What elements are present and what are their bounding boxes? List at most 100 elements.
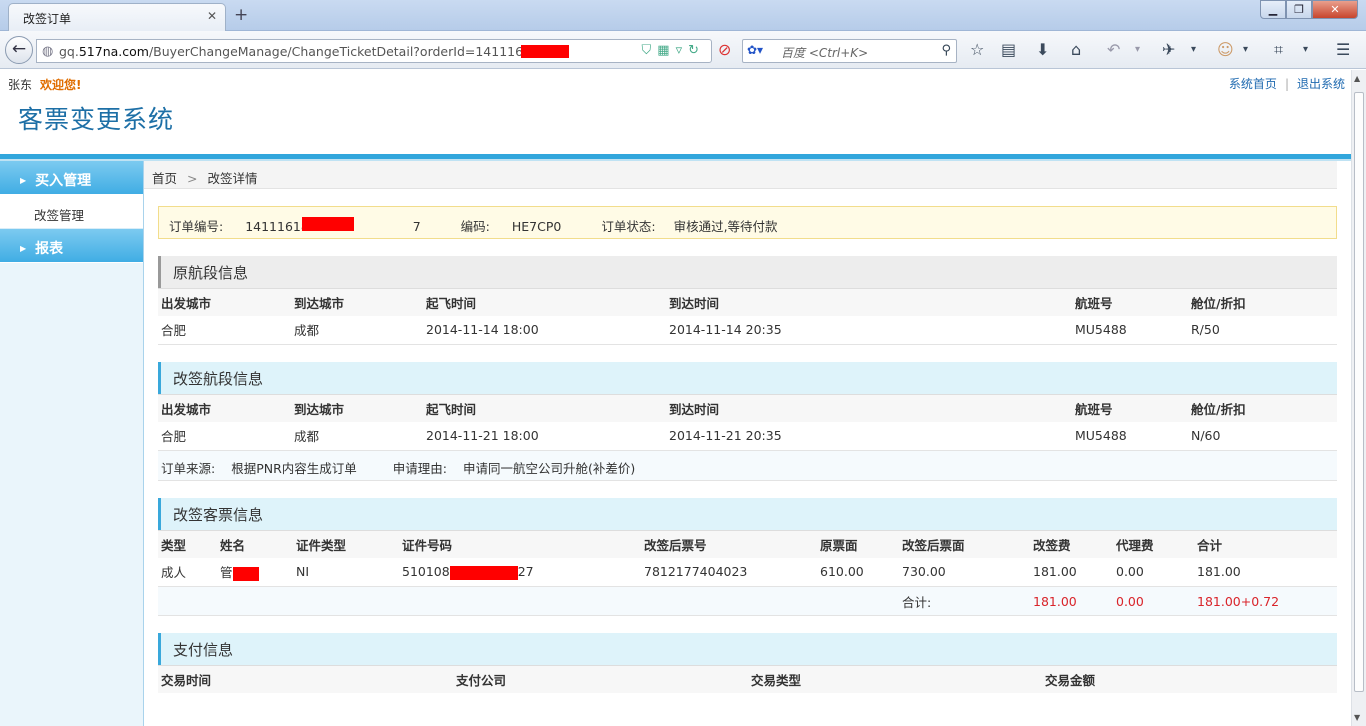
close-window-button[interactable]: ✕ bbox=[1312, 0, 1358, 19]
order-source: 订单来源: 根据PNR内容生成订单 bbox=[161, 461, 357, 476]
table-cell: 合肥 bbox=[158, 315, 291, 345]
chevron-right-icon: > bbox=[187, 171, 198, 186]
address-bar[interactable]: ◍ gq.517na.com/BuyerChangeManage/ChangeT… bbox=[36, 39, 712, 63]
table-cell: 2014-11-14 18:00 bbox=[423, 315, 666, 345]
mouse-gesture-icon[interactable]: ✈ bbox=[1162, 40, 1175, 59]
home-link[interactable]: 系统首页 bbox=[1229, 77, 1277, 91]
baidu-paw-icon[interactable]: ✿▾ bbox=[747, 43, 763, 57]
breadcrumb: 首页 > 改签详情 bbox=[144, 161, 1337, 189]
sum-agent-fee: 0.00 bbox=[1113, 586, 1194, 616]
table-row: 合肥 成都 2014-11-14 18:00 2014-11-14 20:35 … bbox=[158, 315, 1337, 345]
col-header: 姓名 bbox=[217, 530, 293, 558]
caret-right-icon: ▶ bbox=[20, 244, 27, 253]
adblock-icon[interactable]: ⊘ bbox=[718, 40, 731, 59]
table-cell: R/50 bbox=[1188, 315, 1337, 345]
smiley-icon[interactable]: ☺ bbox=[1217, 40, 1234, 59]
apply-reason: 申请理由: 申请同一航空公司升舱(补差价) bbox=[392, 461, 636, 476]
col-header: 类型 bbox=[158, 530, 217, 558]
scroll-up-icon[interactable]: ▲ bbox=[1354, 74, 1360, 83]
browser-tabbar: 改签订单 ✕ + ▁ ❐ ✕ bbox=[0, 0, 1366, 31]
table-cell: 610.00 bbox=[817, 557, 899, 587]
browser-tab[interactable]: 改签订单 ✕ bbox=[8, 3, 226, 31]
col-header: 改签费 bbox=[1030, 530, 1113, 558]
breadcrumb-home[interactable]: 首页 bbox=[152, 171, 177, 186]
scroll-down-icon[interactable]: ▼ bbox=[1354, 713, 1360, 722]
sidebar-item-change-management[interactable]: 改签管理 bbox=[0, 195, 143, 229]
home-icon[interactable]: ⌂ bbox=[1071, 40, 1081, 59]
minimize-button[interactable]: ▁ bbox=[1260, 0, 1286, 19]
search-icon[interactable]: ⚲ bbox=[941, 43, 951, 58]
breadcrumb-current: 改签详情 bbox=[207, 171, 258, 186]
chevron-down-icon[interactable]: ▾ bbox=[1243, 44, 1248, 55]
col-header: 支付公司 bbox=[453, 665, 748, 693]
sum-change-fee: 181.00 bbox=[1030, 586, 1113, 616]
payment-table: 交易时间 支付公司 交易类型 交易金额 bbox=[158, 665, 1337, 693]
table-row: 合肥 成都 2014-11-21 18:00 2014-11-21 20:35 … bbox=[158, 421, 1337, 451]
bookmark-star-icon[interactable]: ☆ bbox=[970, 40, 984, 59]
search-placeholder: 百度 <Ctrl+K> bbox=[781, 46, 869, 60]
chevron-down-icon[interactable]: ▾ bbox=[1135, 44, 1140, 55]
table-cell: 2014-11-21 20:35 bbox=[666, 421, 1072, 451]
web-page: 张东 欢迎您! 系统首页 | 退出系统 客票变更系统 ▶ 买入管理 改签管理 ▶ 报表 … bbox=[0, 70, 1351, 726]
table-cell: 成人 bbox=[158, 557, 217, 587]
redaction-mark bbox=[521, 45, 569, 58]
download-icon[interactable]: ⬇ bbox=[1036, 40, 1049, 59]
sum-total: 181.00+0.72 bbox=[1194, 586, 1337, 616]
user-name: 张东 bbox=[8, 78, 33, 92]
order-summary: 订单编号: 1411161819 7 编码: HE7CP0 订单状态: 审核通过,等… bbox=[158, 206, 1337, 239]
search-box[interactable]: ✿▾ 百度 <Ctrl+K> ⚲ bbox=[742, 39, 957, 63]
col-header: 出发城市 bbox=[158, 394, 291, 422]
scroll-thumb[interactable] bbox=[1354, 92, 1364, 692]
site-logo: 客票变更系统 bbox=[18, 105, 175, 134]
col-header: 起飞时间 bbox=[423, 394, 666, 422]
page-scrollbar[interactable]: ▲ ▼ bbox=[1351, 70, 1366, 726]
table-cell: MU5488 bbox=[1072, 421, 1188, 451]
table-cell: NI bbox=[293, 557, 399, 587]
order-notes: 订单来源: 根据PNR内容生成订单 申请理由: 申请同一航空公司升舱(补差价) bbox=[158, 451, 1337, 481]
chevron-down-icon[interactable]: ▾ bbox=[1303, 44, 1308, 55]
new-tab-button[interactable]: + bbox=[234, 5, 248, 25]
col-header: 出发城市 bbox=[158, 288, 291, 316]
tab-title: 改签订单 bbox=[23, 12, 72, 26]
col-header: 交易时间 bbox=[158, 665, 453, 693]
col-header: 航班号 bbox=[1072, 288, 1188, 316]
ticket-info-title: 改签客票信息 bbox=[158, 498, 1337, 530]
changed-segment-title: 改签航段信息 bbox=[158, 362, 1337, 394]
sidebar: ▶ 买入管理 改签管理 ▶ 报表 bbox=[0, 161, 144, 726]
table-cell: 成都 bbox=[291, 421, 423, 451]
original-segment-table: 出发城市 到达城市 起飞时间 到达时间 航班号 舱位/折扣 合肥 成都 2014… bbox=[158, 288, 1337, 345]
chevron-down-icon[interactable]: ▾ bbox=[1191, 44, 1196, 55]
sum-row: 合计: 181.00 0.00 181.00+0.72 bbox=[158, 586, 1337, 616]
table-cell: 7812177404023 bbox=[641, 557, 817, 587]
url-text: gq.517na.com/BuyerChangeManage/ChangeTic… bbox=[59, 44, 563, 59]
logout-link[interactable]: 退出系统 bbox=[1297, 77, 1345, 91]
table-cell: 合肥 bbox=[158, 421, 291, 451]
sum-label: 合计: bbox=[899, 586, 1030, 616]
table-cell: 510108 27 bbox=[399, 557, 641, 587]
col-header: 证件号码 bbox=[399, 530, 641, 558]
col-header: 合计 bbox=[1194, 530, 1337, 558]
col-header: 交易类型 bbox=[748, 665, 1042, 693]
back-button[interactable]: ← bbox=[5, 36, 33, 64]
sidebar-item-reports[interactable]: ▶ 报表 bbox=[0, 229, 143, 263]
table-cell: 730.00 bbox=[899, 557, 1030, 587]
table-cell: MU5488 bbox=[1072, 315, 1188, 345]
sidebar-item-buy-management[interactable]: ▶ 买入管理 bbox=[0, 161, 143, 195]
menu-icon[interactable]: ☰ bbox=[1336, 40, 1350, 59]
redaction-mark bbox=[302, 217, 354, 231]
col-header: 改签后票号 bbox=[641, 530, 817, 558]
url-action-icons[interactable]: ⛉▦▿↻ bbox=[642, 43, 705, 58]
maximize-button[interactable]: ❐ bbox=[1286, 0, 1312, 19]
undo-icon[interactable]: ↶ bbox=[1107, 40, 1120, 59]
col-header: 证件类型 bbox=[293, 530, 399, 558]
table-cell: 2014-11-21 18:00 bbox=[423, 421, 666, 451]
reading-list-icon[interactable]: ▤ bbox=[1001, 40, 1016, 59]
order-status: 订单状态: 审核通过,等待付款 bbox=[601, 219, 778, 234]
close-tab-icon[interactable]: ✕ bbox=[207, 9, 217, 23]
col-header: 原票面 bbox=[817, 530, 899, 558]
col-header: 航班号 bbox=[1072, 394, 1188, 422]
col-header: 交易金额 bbox=[1042, 665, 1337, 693]
crop-icon[interactable]: ⌗ bbox=[1274, 40, 1283, 60]
table-cell: 成都 bbox=[291, 315, 423, 345]
original-segment-title: 原航段信息 bbox=[158, 256, 1337, 288]
